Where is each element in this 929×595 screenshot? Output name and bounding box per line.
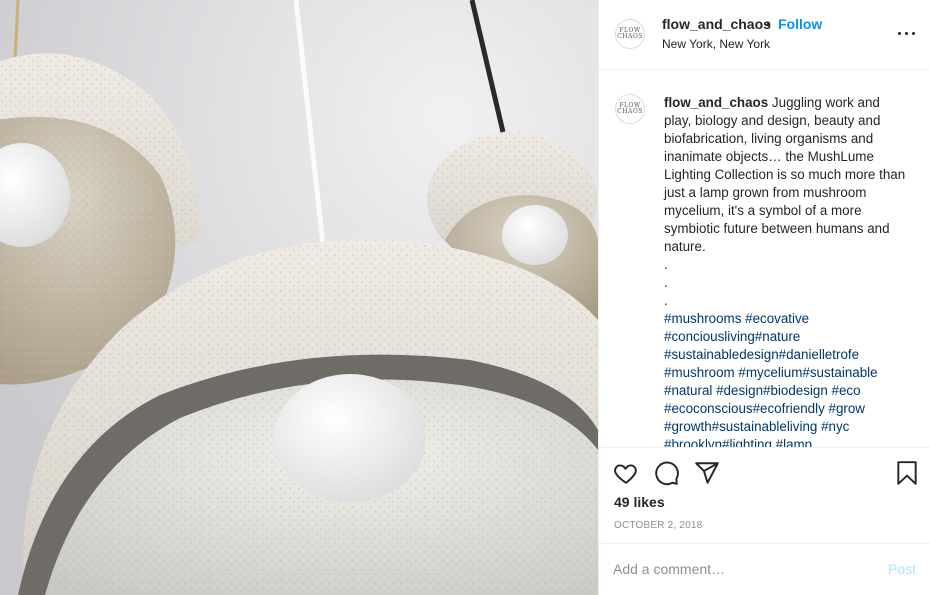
follow-button[interactable]: Follow [778, 16, 822, 32]
post-header: FLOW CHAOS flow_and_chaos • Follow New Y… [599, 0, 929, 70]
hashtag-line[interactable]: #ecoconscious#ecofriendly #grow [664, 400, 909, 418]
hashtag-line[interactable]: #growth#sustainableliving #nyc [664, 418, 909, 436]
location-link[interactable]: New York, New York [662, 37, 770, 51]
separator-dot: • [766, 16, 771, 32]
post-details-panel: FLOW CHAOS flow_and_chaos • Follow New Y… [598, 0, 929, 595]
comment-icon[interactable] [654, 460, 680, 486]
header-username[interactable]: flow_and_chaos [662, 16, 771, 32]
hashtag-line[interactable]: #mushroom #mycelium#sustainable [664, 364, 909, 382]
post-photo[interactable] [0, 0, 598, 595]
hashtag-list: #mushrooms #ecovative #conciousliving#na… [664, 310, 909, 447]
hashtag-line[interactable]: #mushrooms #ecovative [664, 310, 909, 328]
hashtag-line[interactable]: #brooklyn#lighting #lamp [664, 436, 909, 447]
caption-dot: . [664, 275, 668, 290]
mushroom-lamps-image [0, 0, 598, 595]
caption-avatar[interactable]: FLOW CHAOS [615, 94, 645, 124]
avatar-logo: FLOW CHAOS [617, 27, 643, 40]
comment-bar: Post [599, 543, 929, 595]
avatar[interactable]: FLOW CHAOS [615, 19, 645, 49]
share-icon[interactable] [694, 460, 720, 486]
caption-section: FLOW CHAOS flow_and_chaos Juggling work … [599, 70, 929, 448]
post-comment-button[interactable]: Post [888, 561, 916, 577]
caption-dot: . [664, 257, 668, 272]
action-bar [599, 456, 929, 490]
caption-body: Juggling work and play, biology and desi… [664, 95, 906, 254]
hashtag-line[interactable]: #conciousliving#nature [664, 328, 909, 346]
hashtag-line[interactable]: #natural #design#biodesign #eco [664, 382, 909, 400]
caption-dots: . . . [664, 256, 909, 310]
likes-count[interactable]: 49 likes [614, 494, 665, 510]
comment-input[interactable] [613, 559, 863, 579]
hashtag-line[interactable]: #sustainabledesign#danielletrofe [664, 346, 909, 364]
caption-text-block: flow_and_chaos Juggling work and play, b… [664, 94, 909, 447]
caption-dot: . [664, 293, 668, 308]
post-date[interactable]: OCTOBER 2, 2018 [614, 520, 702, 531]
caption-username[interactable]: flow_and_chaos [664, 95, 768, 110]
bookmark-icon[interactable] [894, 460, 920, 486]
more-options-icon[interactable] [898, 26, 916, 42]
caption-avatar-logo: FLOW CHAOS [617, 102, 643, 115]
heart-icon[interactable] [613, 460, 639, 486]
